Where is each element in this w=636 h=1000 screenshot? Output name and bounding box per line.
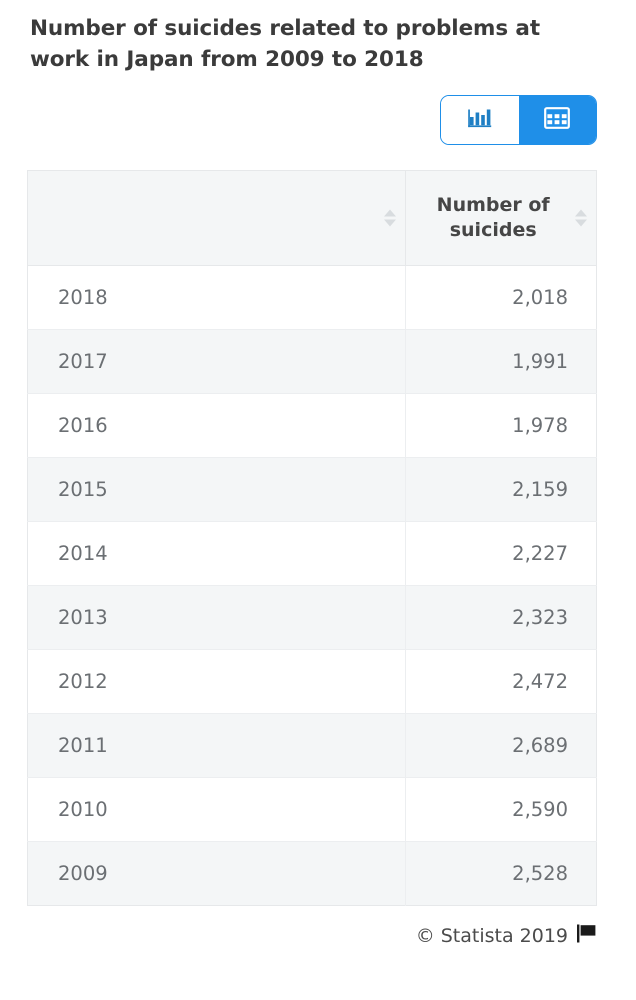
sort-arrows-icon[interactable] bbox=[384, 209, 397, 227]
row-value-cell: 2,590 bbox=[405, 777, 597, 843]
table-row: 2017 1,991 bbox=[27, 329, 597, 395]
row-label-cell: 2010 bbox=[27, 777, 407, 843]
table-header: Number of suicides bbox=[27, 170, 597, 267]
row-value-cell: 2,323 bbox=[405, 585, 597, 651]
row-label-cell: 2015 bbox=[27, 457, 407, 523]
data-table-container: Number of suicides 2018 2,018 2017 1,991 201… bbox=[20, 145, 616, 907]
column-header-value-text: Number of suicides bbox=[436, 193, 550, 242]
bar-chart-icon bbox=[467, 106, 493, 134]
row-label-cell: 2012 bbox=[27, 649, 407, 715]
sort-arrows-icon[interactable] bbox=[575, 209, 587, 227]
row-label-cell: 2011 bbox=[27, 713, 407, 779]
table-row: 2014 2,227 bbox=[27, 521, 597, 587]
table-row: 2009 2,528 bbox=[27, 841, 597, 906]
table-row: 2012 2,472 bbox=[27, 649, 597, 715]
copyright-text: © Statista 2019 bbox=[415, 924, 568, 947]
statistic-data-table: Number of suicides 2018 2,018 2017 1,991 201… bbox=[27, 170, 597, 907]
table-grid-icon bbox=[544, 107, 571, 133]
row-label-cell: 2013 bbox=[27, 585, 407, 651]
table-row: 2018 2,018 bbox=[27, 265, 597, 331]
row-value-cell: 2,018 bbox=[405, 265, 597, 331]
table-row: 2016 1,978 bbox=[27, 393, 597, 459]
flag-icon[interactable] bbox=[576, 924, 597, 947]
page-title: Number of suicides related to problems a… bbox=[30, 16, 541, 72]
sort-ascending-icon bbox=[384, 209, 397, 217]
sort-ascending-icon bbox=[575, 209, 587, 217]
table-row: 2011 2,689 bbox=[27, 713, 597, 779]
table-row: 2010 2,590 bbox=[27, 777, 597, 843]
sort-descending-icon bbox=[384, 219, 397, 227]
row-value-cell: 1,978 bbox=[405, 393, 597, 459]
footer: © Statista 2019 bbox=[20, 906, 616, 947]
sort-descending-icon bbox=[575, 219, 587, 227]
row-label-cell: 2016 bbox=[27, 393, 407, 459]
table-body: 2018 2,018 2017 1,991 2016 1,978 2015 2,159 2014… bbox=[27, 265, 597, 906]
statistic-panel: Number of suicides related to problems a… bbox=[0, 0, 636, 1000]
row-label-cell: 2017 bbox=[27, 329, 407, 395]
table-row: 2013 2,323 bbox=[27, 585, 597, 651]
row-value-cell: 2,159 bbox=[405, 457, 597, 523]
column-header-value[interactable]: Number of suicides bbox=[405, 170, 597, 267]
chart-view-button[interactable] bbox=[441, 96, 519, 145]
view-toggle[interactable] bbox=[440, 95, 597, 146]
table-row: 2015 2,159 bbox=[27, 457, 597, 523]
row-value-cell: 1,991 bbox=[405, 329, 597, 395]
view-toggle-container bbox=[20, 75, 616, 146]
table-header-row: Number of suicides bbox=[27, 170, 597, 267]
column-header-label[interactable] bbox=[27, 170, 407, 267]
row-label-cell: 2018 bbox=[27, 265, 407, 331]
row-value-cell: 2,472 bbox=[405, 649, 597, 715]
row-value-cell: 2,689 bbox=[405, 713, 597, 779]
row-label-cell: 2009 bbox=[27, 841, 407, 906]
row-value-cell: 2,227 bbox=[405, 521, 597, 587]
row-value-cell: 2,528 bbox=[405, 841, 597, 906]
row-label-cell: 2014 bbox=[27, 521, 407, 587]
table-view-button[interactable] bbox=[518, 96, 596, 145]
